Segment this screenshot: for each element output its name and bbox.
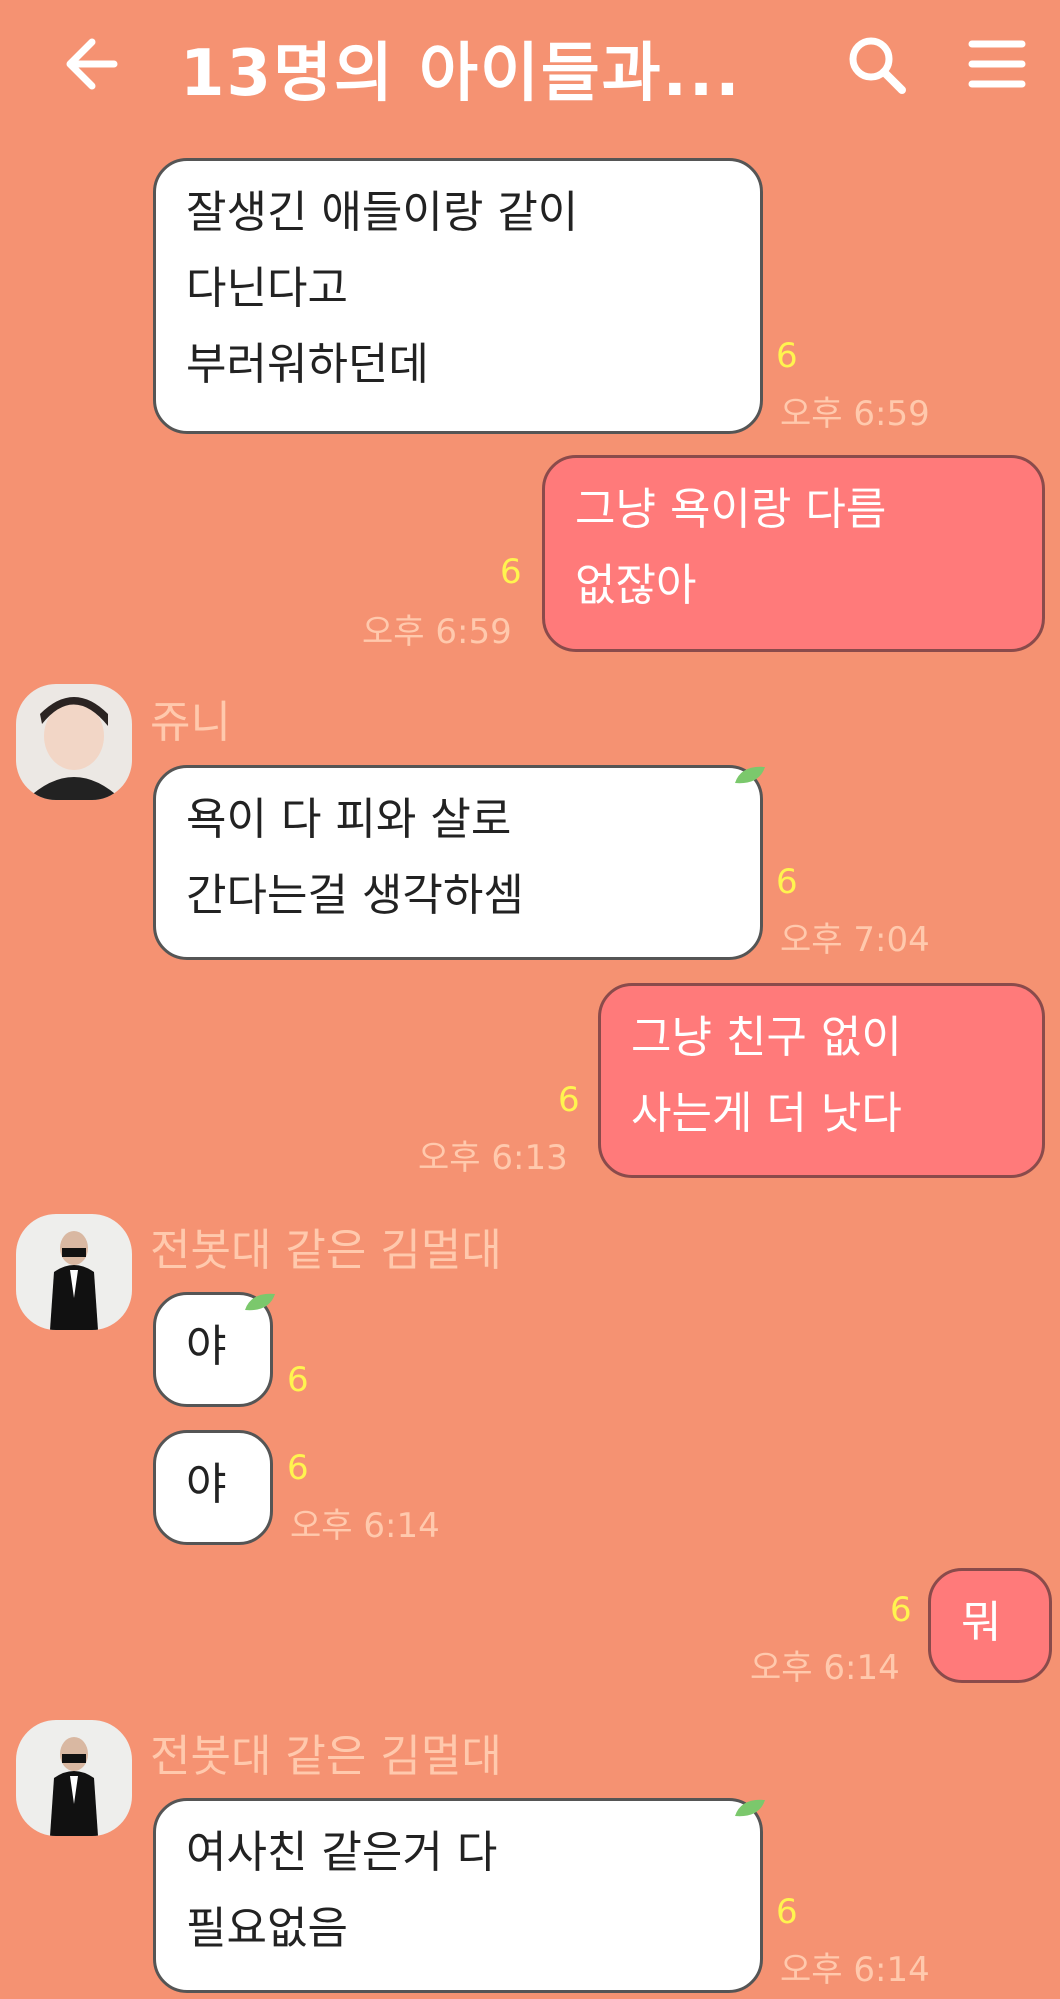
unread-count: 6 [776, 336, 798, 376]
avatar[interactable] [16, 1720, 132, 1836]
message-time: 오후 6:59 [362, 612, 512, 652]
message-bubble[interactable]: 욕이 다 피와 살로 간다는걸 생각하셈 [153, 765, 763, 960]
chat-title: 13명의 아이들과... [180, 37, 742, 111]
message-line: 여사친 같은거 다 [186, 1827, 498, 1878]
back-arrow-icon[interactable] [58, 34, 118, 94]
unread-count: 6 [558, 1080, 580, 1120]
message-bubble[interactable]: 그냥 욕이랑 다름 없잖아 [542, 455, 1045, 652]
message-time: 오후 6:59 [780, 394, 930, 434]
unread-count: 6 [287, 1448, 309, 1488]
unread-count: 6 [287, 1360, 309, 1400]
unread-count: 6 [500, 552, 522, 592]
unread-count: 6 [776, 1892, 798, 1932]
message-line: 그냥 욕이랑 다름 [575, 484, 887, 535]
message-bubble[interactable]: 뭐 [928, 1568, 1052, 1683]
message-line: 부러워하던데 [186, 339, 429, 390]
leaf-icon [735, 1799, 765, 1817]
message-time: 오후 6:14 [780, 1950, 930, 1990]
leaf-icon [735, 766, 765, 784]
message-line: 잘생긴 애들이랑 같이 [186, 187, 579, 238]
chat-header: 13명의 아이들과... [0, 0, 1060, 135]
unread-count: 6 [890, 1590, 912, 1630]
message-time: 오후 6:13 [418, 1138, 568, 1178]
message-line: 없잖아 [575, 560, 697, 611]
message-time: 오후 6:14 [290, 1506, 440, 1546]
message-line: 사는게 더 낫다 [631, 1088, 902, 1139]
message-line: 야 [186, 1459, 227, 1510]
avatar[interactable] [16, 1214, 132, 1330]
sender-name: 쥬니 [150, 697, 231, 748]
message-bubble[interactable]: 잘생긴 애들이랑 같이 다닌다고 부러워하던데 [153, 158, 763, 434]
message-time: 오후 6:14 [750, 1648, 900, 1688]
avatar[interactable] [16, 684, 132, 800]
message-line: 간다는걸 생각하셈 [186, 870, 524, 921]
sender-name: 전봇대 같은 김멀대 [150, 1225, 502, 1276]
unread-count: 6 [776, 862, 798, 902]
message-line: 그냥 친구 없이 [631, 1012, 902, 1063]
leaf-icon [245, 1293, 275, 1311]
sender-name: 전봇대 같은 김멀대 [150, 1731, 502, 1782]
message-line: 뭐 [961, 1597, 1002, 1648]
message-bubble[interactable]: 여사친 같은거 다 필요없음 [153, 1798, 763, 1993]
message-line: 필요없음 [186, 1903, 348, 1954]
menu-icon[interactable] [968, 38, 1026, 90]
message-time: 오후 7:04 [780, 920, 930, 960]
message-line: 다닌다고 [186, 263, 348, 314]
search-icon[interactable] [846, 34, 908, 96]
message-line: 야 [186, 1321, 227, 1372]
message-bubble[interactable]: 그냥 친구 없이 사는게 더 낫다 [598, 983, 1045, 1178]
message-line: 욕이 다 피와 살로 [186, 794, 512, 845]
message-bubble[interactable]: 야 [153, 1430, 273, 1545]
